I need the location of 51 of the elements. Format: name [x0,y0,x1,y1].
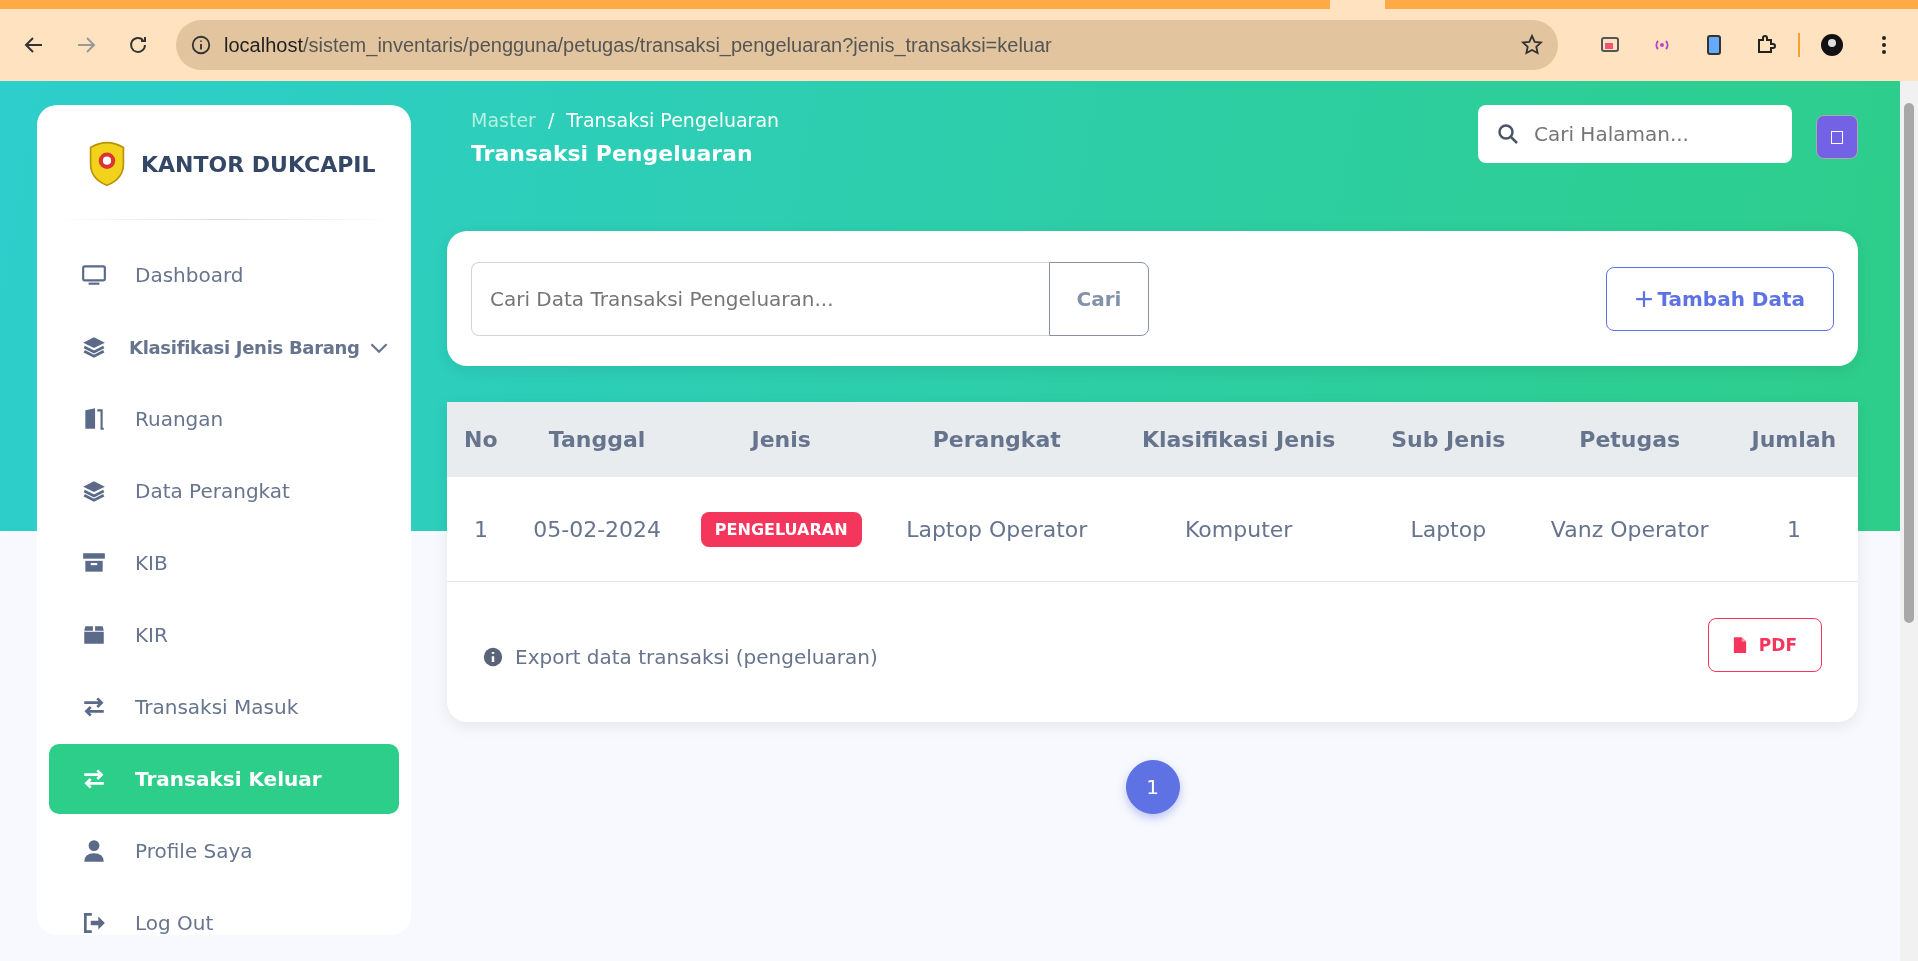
brand-name: KANTOR DUKCAPIL [141,151,376,177]
pdf-button[interactable]: PDF [1707,618,1822,672]
monitor-icon [81,262,107,288]
search-button[interactable]: Cari [1049,261,1149,336]
column-header: Sub Jenis [1366,402,1530,477]
page-title: Transaksi Pengeluaran [471,141,754,166]
table-cell: Vanz Operator [1529,477,1730,582]
sidebar-item[interactable]: Log Out [49,888,399,935]
table-cell: Komputer [1110,477,1367,582]
sidebar-item[interactable]: KIR [49,600,399,670]
column-header: Petugas [1529,402,1730,477]
table-cell: Laptop Operator [882,477,1111,582]
sidebar-item[interactable]: Klasifikasi Jenis Barang [49,312,399,382]
sidebar-item[interactable]: Transaksi Masuk [49,672,399,742]
table-cell: 1 [1729,477,1858,582]
column-header: Tanggal [514,402,680,477]
info-icon[interactable] [190,34,212,56]
sidebar-item[interactable]: Ruangan [49,384,399,454]
breadcrumb-item: Transaksi Pengeluaran [566,109,780,131]
layers-icon [81,478,107,504]
plus-icon [1635,289,1654,308]
sidebar-item[interactable]: Dashboard [49,240,399,310]
table-cell: 1 [447,477,515,582]
user-icon [81,838,107,864]
square-button[interactable] [1816,115,1858,159]
column-header: Jenis [679,402,883,477]
column-header: Klasifikasi Jenis [1110,402,1367,477]
page-button[interactable]: 1 [1125,760,1180,814]
add-data-button[interactable]: Tambah Data [1606,266,1834,331]
column-header: Perangkat [882,402,1111,477]
search-field[interactable]: Cari Data Transaksi Pengeluaran... [471,261,1049,336]
export-note: Export data transaksi (pengeluaran) [515,645,878,669]
pdf-file-icon [1732,636,1747,654]
page-search-field[interactable]: Cari Halaman... [1478,105,1792,163]
layers-icon [81,334,107,360]
column-header: No [447,402,515,477]
scrollbar[interactable] [1900,81,1918,961]
sidebar-item[interactable]: Data Perangkat [49,456,399,526]
table-cell: 05-02-2024 [514,477,680,582]
profile-avatar-icon[interactable] [1820,33,1844,57]
sidebar-item[interactable]: KIB [49,528,399,598]
info-icon [483,647,503,667]
table-cell: Laptop [1366,477,1530,582]
bookmark-star-icon[interactable] [1520,33,1544,57]
emblem-icon [87,141,127,187]
sidebar-item[interactable]: Profile Saya [49,816,399,886]
logout-icon [81,910,107,935]
url-text: localhost/sistem_inventaris/pengguna/petugas/transaksi_pengeluaran?jenis_transaksi=keluar [224,33,1053,57]
breadcrumb-separator: / [547,109,555,131]
type-badge: PENGELUARAN [700,511,862,547]
column-header: Jumlah [1729,402,1858,477]
